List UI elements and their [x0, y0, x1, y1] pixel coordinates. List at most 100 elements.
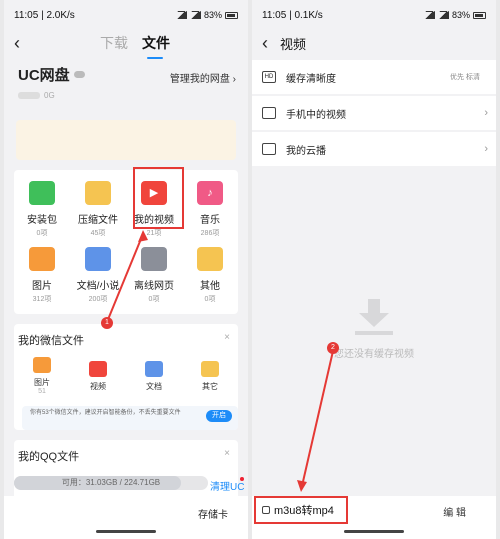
wechat-title: 我的微信文件	[18, 335, 84, 347]
status-speed: 2.0K/s	[46, 9, 75, 21]
file-category[interactable]: 安装包 0项	[14, 176, 70, 242]
bottom-bar: 存储卡	[4, 496, 248, 539]
cloud-icon	[73, 71, 85, 78]
file-category[interactable]: 压缩文件 45项	[70, 176, 126, 242]
home-indicator[interactable]	[344, 530, 404, 533]
download-icon	[355, 298, 393, 335]
item-count: 51	[38, 388, 46, 395]
close-icon[interactable]: ×	[224, 448, 230, 459]
battery-icon	[225, 11, 238, 19]
row-label: 手机中的视频	[286, 109, 346, 121]
category-label: 离线网页	[134, 280, 174, 292]
item-label: 文档	[146, 381, 162, 391]
step-badge-1: 1	[101, 317, 113, 329]
settings-list: HD 缓存清晰度 优先 标清 手机中的视频 › 我的云播 ›	[252, 60, 496, 166]
clean-uc-button[interactable]: 清理UC	[210, 478, 244, 493]
video-panel: 11:05 | 0.1K/s 83% ‹ 视频 HD 缓存清晰度 优先 标清 手机中的…	[252, 0, 496, 539]
wechat-files-section: 我的微信文件 × 图片 51 视频 文档 其它 你有53个微信文件，建议开启智能备份，不丢…	[14, 324, 238, 430]
storage-usage-bar: 可用：31.03GB / 224.71GB	[14, 476, 208, 490]
disk-usage-bar	[18, 92, 40, 99]
manage-disk-label: 管理我的网盘	[169, 74, 230, 85]
status-time: 11:05	[262, 9, 287, 21]
wechat-file-item[interactable]: 其它	[182, 352, 238, 400]
category-label: 图片	[32, 280, 52, 292]
signal-icon	[175, 11, 187, 19]
android-icon	[29, 180, 55, 205]
settings-row[interactable]: 手机中的视频 ›	[252, 96, 496, 130]
step-badge-2: 2	[327, 342, 339, 354]
storage-text: 可用：31.03GB / 224.71GB	[61, 478, 161, 487]
file-categories: 安装包 0项 压缩文件 45项 ▶ 我的视频 21项 ♪ 音乐 286项 图片 312项 文档/小说 20…	[14, 170, 238, 314]
cloud-play-icon	[262, 143, 276, 155]
storage-card-button[interactable]: 存储卡	[198, 506, 228, 521]
home-indicator[interactable]	[96, 530, 156, 533]
item-label: 图片	[34, 378, 50, 387]
backup-tip: 你有53个微信文件，建议开启智能备份，不丢失重要文件 开启	[22, 406, 238, 430]
close-icon[interactable]: ×	[224, 332, 230, 343]
wechat-file-item[interactable]: 文档	[126, 352, 182, 400]
category-label: 其他	[200, 280, 220, 292]
music-icon: ♪	[197, 180, 223, 205]
wechat-file-item[interactable]: 视频	[70, 352, 126, 400]
file-category[interactable]: 离线网页 0项	[126, 242, 182, 308]
item-label: 其它	[202, 381, 218, 391]
convert-label: m3u8转mp4	[274, 505, 334, 517]
bottom-bar: m3u8转mp4 编 辑	[252, 496, 496, 539]
empty-state: 您还没有缓存视频	[252, 160, 496, 496]
status-bar: 11:05 | 2.0K/s 83%	[4, 0, 248, 30]
m3u8-to-mp4-button[interactable]: m3u8转mp4	[254, 496, 348, 524]
battery-text: 83%	[203, 10, 222, 20]
qq-title: 我的QQ文件	[18, 451, 80, 463]
edit-button[interactable]: 编 辑	[443, 504, 466, 519]
file-category[interactable]: ♪ 音乐 286项	[182, 176, 238, 242]
file-category[interactable]: 其他 0项	[182, 242, 238, 308]
category-count: 286项	[200, 229, 220, 237]
category-count: 200项	[88, 295, 108, 303]
tab-file[interactable]: 文件	[142, 33, 170, 59]
category-count: 0项	[204, 295, 216, 303]
file-category[interactable]: 图片 312项	[14, 242, 70, 308]
wechat-file-item[interactable]: 图片 51	[14, 352, 70, 400]
qq-files-section: 我的QQ文件 ×	[14, 440, 238, 500]
globe-icon	[141, 246, 167, 271]
status-time: 11:05	[14, 9, 39, 21]
hd-icon: HD	[262, 71, 276, 83]
status-bar: 11:05 | 0.1K/s 83%	[252, 0, 496, 30]
enable-backup-button[interactable]: 开启	[206, 410, 232, 422]
settings-row[interactable]: HD 缓存清晰度 优先 标清	[252, 60, 496, 94]
uc-cloud-disk[interactable]: UC网盘 0G 管理我的网盘 ›	[4, 56, 248, 116]
manage-disk-link[interactable]: 管理我的网盘 ›	[170, 70, 236, 85]
convert-icon	[262, 506, 270, 514]
file-category[interactable]: 文档/小说 200项	[70, 242, 126, 308]
zip-icon	[85, 180, 111, 205]
document-icon	[145, 360, 163, 377]
signal-icon	[437, 11, 449, 19]
top-bar: ‹ 下载 文件	[4, 30, 248, 59]
category-label: 文档/小说	[76, 280, 120, 292]
folder-icon	[201, 360, 219, 377]
image-icon	[29, 246, 55, 271]
document-icon	[85, 246, 111, 271]
category-label: 音乐	[200, 214, 220, 226]
backup-tip-text: 你有53个微信文件，建议开启智能备份，不丢失重要文件	[30, 410, 181, 416]
category-label: 压缩文件	[78, 214, 118, 226]
status-speed: 0.1K/s	[294, 9, 323, 21]
battery-icon	[473, 11, 486, 19]
row-value: 优先 标清	[450, 74, 480, 81]
category-count: 21项	[146, 229, 162, 237]
category-label: 安装包	[27, 214, 57, 226]
back-arrow-icon[interactable]: ‹	[252, 30, 278, 56]
promo-banner[interactable]	[16, 120, 236, 160]
signal-icon	[423, 11, 435, 19]
battery-text: 83%	[451, 10, 470, 20]
chevron-right-icon: ›	[484, 107, 488, 119]
tab-download[interactable]: 下载	[100, 33, 128, 53]
category-count: 0项	[148, 295, 160, 303]
highlight-box	[133, 167, 184, 229]
notification-dot	[240, 477, 244, 481]
category-count: 312项	[32, 295, 52, 303]
item-label: 视频	[90, 381, 106, 391]
row-label: 我的云播	[286, 145, 326, 157]
back-arrow-icon[interactable]: ‹	[4, 30, 30, 56]
phone-icon	[262, 107, 276, 119]
